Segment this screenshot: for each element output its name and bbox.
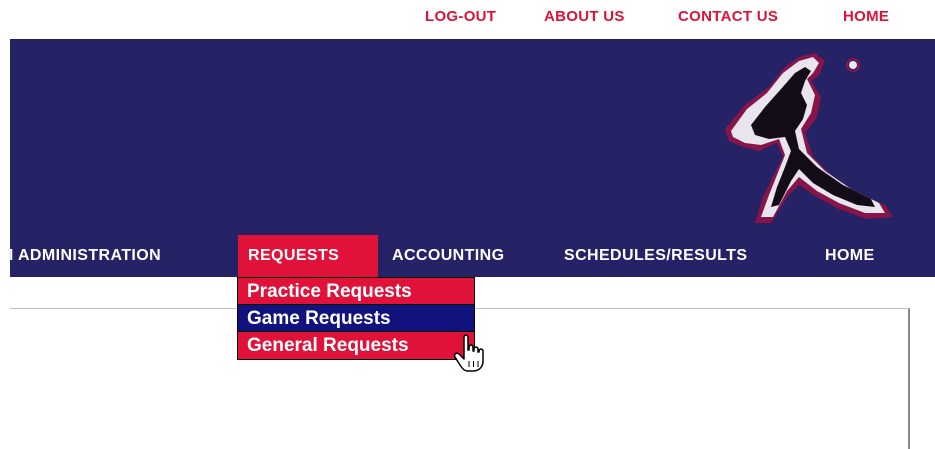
requests-dropdown-menu: Practice Requests Game Requests General … xyxy=(237,277,475,360)
contact-us-link[interactable]: CONTACT US xyxy=(678,8,778,25)
nav-item-accounting[interactable]: ACCOUNTING xyxy=(382,235,514,277)
nav-item-home[interactable]: HOME xyxy=(815,235,885,277)
top-links: LOG-OUT ABOUT US CONTACT US HOME xyxy=(0,0,935,39)
hand-pointer-cursor-icon xyxy=(453,334,484,372)
nav-item-schedules-results[interactable]: SCHEDULES/RESULTS xyxy=(554,235,757,277)
baseball-pitcher-logo xyxy=(725,53,893,223)
main-nav: M ADMINISTRATION REQUESTS ACCOUNTING SCH… xyxy=(0,235,935,277)
about-us-link[interactable]: ABOUT US xyxy=(544,8,625,25)
home-link-top[interactable]: HOME xyxy=(843,8,889,25)
menu-item-practice-requests[interactable]: Practice Requests xyxy=(238,278,474,305)
nav-item-team-administration[interactable]: M ADMINISTRATION xyxy=(0,235,171,277)
menu-item-general-requests[interactable]: General Requests xyxy=(238,332,474,359)
menu-item-game-requests[interactable]: Game Requests xyxy=(238,305,474,332)
nav-item-requests[interactable]: REQUESTS xyxy=(238,235,378,277)
logout-link[interactable]: LOG-OUT xyxy=(425,8,496,25)
